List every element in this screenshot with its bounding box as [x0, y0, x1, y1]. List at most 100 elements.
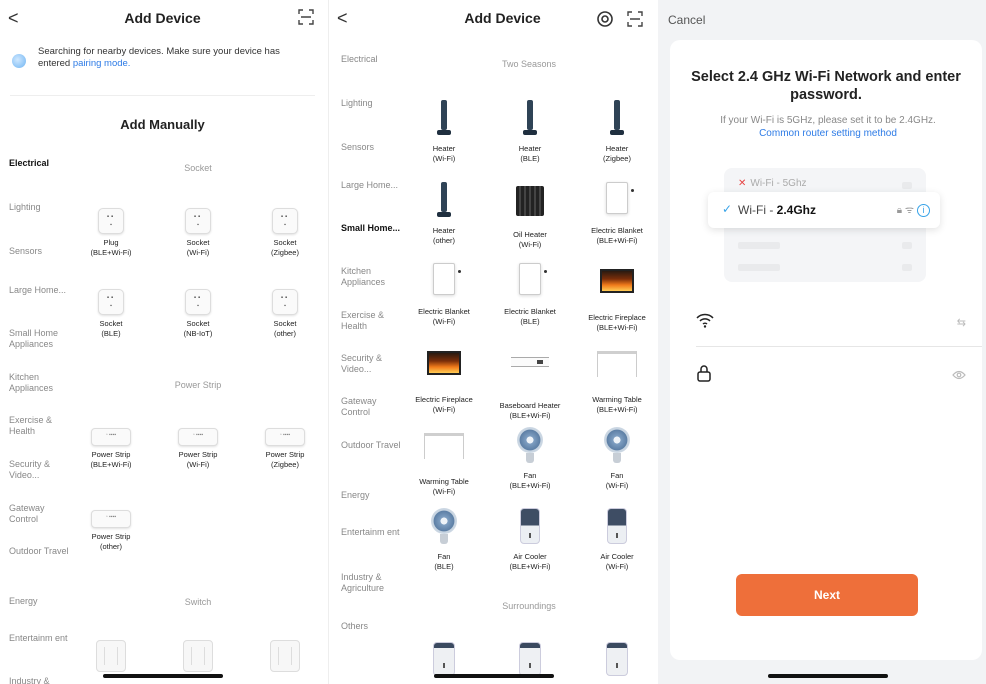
device-tile[interactable]: Warming Table (Wi-Fi): [413, 427, 475, 497]
category-item[interactable]: Energy: [341, 490, 401, 501]
category-item[interactable]: Electrical: [9, 158, 69, 169]
warming-table-icon: [424, 433, 464, 459]
category-item[interactable]: Industry &: [9, 676, 69, 684]
network-2-4ghz: ✓ Wi-Fi - 2.4Ghz 🔒︎ ᯤi: [708, 192, 940, 228]
category-item[interactable]: Gateway Control: [9, 503, 69, 525]
category-item[interactable]: Security & Video...: [9, 459, 69, 481]
fireplace-icon: [600, 269, 634, 293]
switch-icon: [96, 640, 126, 672]
heater-icon: [519, 100, 541, 138]
device-tile[interactable]: Electric Fireplace (BLE+Wi-Fi): [586, 263, 648, 333]
device-label: Socket (BLE): [99, 319, 123, 338]
device-tile[interactable]: Power Strip(Zigbee): [254, 428, 316, 470]
category-item[interactable]: Energy: [9, 596, 69, 607]
back-icon[interactable]: <: [337, 8, 348, 29]
divider: [696, 346, 982, 347]
page-title: Add Device: [124, 10, 201, 26]
lock-icon: [697, 365, 711, 382]
scan-icon[interactable]: [627, 11, 643, 27]
device-tile[interactable]: Electric Blanket (BLE): [499, 263, 561, 327]
device-tile[interactable]: [167, 640, 229, 672]
category-item[interactable]: Outdoor Travel: [341, 440, 401, 451]
at-icon[interactable]: [597, 11, 613, 27]
category-item[interactable]: Electrical: [341, 54, 401, 65]
device-tile[interactable]: Socket(Zigbee): [254, 208, 316, 258]
wifi-title: Select 2.4 GHz Wi-Fi Network and enter p…: [691, 69, 961, 103]
router-setting-link[interactable]: Common router setting method: [759, 128, 897, 139]
device-tile[interactable]: Fan (BLE+Wi-Fi): [499, 427, 561, 491]
heater-icon: [606, 100, 628, 138]
switch-network-icon[interactable]: ⇆: [957, 316, 966, 329]
category-item[interactable]: Exercise & Health: [9, 415, 69, 437]
device-tile[interactable]: Electric Fireplace (Wi-Fi): [413, 345, 475, 415]
category-item[interactable]: Small Home...: [341, 223, 401, 234]
device-tile[interactable]: Electric Blanket (Wi-Fi): [413, 263, 475, 327]
device-tile[interactable]: Air Cooler (Wi-Fi): [586, 508, 648, 572]
category-item[interactable]: Lighting: [341, 98, 401, 109]
device-tile[interactable]: [586, 642, 648, 676]
device-tile[interactable]: Power Strip(other): [80, 510, 142, 552]
device-tile[interactable]: Oil Heater (Wi-Fi): [499, 182, 561, 250]
category-item[interactable]: Outdoor Travel: [9, 546, 69, 557]
device-label: Power Strip (other): [91, 532, 131, 551]
device-tile[interactable]: Socket(BLE): [80, 289, 142, 339]
device-label: Socket (NB-IoT): [183, 319, 213, 338]
category-item[interactable]: Small Home Appliances: [9, 328, 69, 350]
cancel-button[interactable]: Cancel: [668, 13, 705, 27]
category-item[interactable]: Entertainm ent: [341, 527, 401, 538]
device-tile[interactable]: [254, 640, 316, 672]
next-button[interactable]: Next: [736, 574, 918, 616]
category-item[interactable]: Others: [341, 621, 401, 632]
socket-icon: [272, 208, 298, 234]
scan-icon[interactable]: [298, 9, 314, 25]
air-cooler-icon: [607, 508, 627, 544]
device-tile[interactable]: Socket(other): [254, 289, 316, 339]
category-item[interactable]: Lighting: [9, 202, 69, 213]
socket-icon: [185, 208, 211, 234]
category-item[interactable]: Kitchen Appliances: [9, 372, 69, 394]
category-item[interactable]: Industry & Agriculture: [341, 572, 401, 594]
device-tile[interactable]: Socket(Wi-Fi): [167, 208, 229, 258]
device-tile[interactable]: [80, 640, 142, 672]
device-tile[interactable]: Power Strip(Wi-Fi): [167, 428, 229, 470]
password-field[interactable]: [696, 362, 966, 392]
device-tile[interactable]: [413, 642, 475, 676]
category-item[interactable]: Large Home...: [341, 180, 401, 191]
device-tile[interactable]: Socket(NB-IoT): [167, 289, 229, 339]
pairing-mode-link[interactable]: pairing mode.: [73, 58, 131, 69]
device-label: Electric Fireplace (Wi-Fi): [415, 395, 473, 414]
device-tile[interactable]: Fan (BLE): [413, 508, 475, 572]
device-tile[interactable]: Heater (other): [413, 182, 475, 246]
device-tile[interactable]: Plug(BLE+Wi-Fi): [80, 208, 142, 258]
eye-icon[interactable]: [952, 370, 966, 380]
dehumidifier-icon: [519, 642, 541, 676]
device-label: Socket (Zigbee): [271, 238, 299, 257]
device-tile[interactable]: Heater (Wi-Fi): [413, 100, 475, 164]
device-tile[interactable]: Power Strip(BLE+Wi-Fi): [80, 428, 142, 470]
category-item[interactable]: Sensors: [9, 246, 69, 257]
device-label: Fan (BLE): [434, 552, 454, 571]
device-tile[interactable]: [499, 642, 561, 676]
device-tile[interactable]: Heater (BLE): [499, 100, 561, 164]
device-tile[interactable]: Warming Table (BLE+Wi-Fi): [586, 345, 648, 415]
fan-icon: [604, 427, 630, 463]
category-item[interactable]: Gateway Control: [341, 396, 401, 418]
dehumidifier-icon: [606, 642, 628, 676]
device-tile[interactable]: Baseboard Heater (BLE+Wi-Fi): [499, 345, 561, 421]
fan-icon: [517, 427, 543, 463]
wifi-icon: [696, 313, 714, 328]
device-tile[interactable]: Fan (Wi-Fi): [586, 427, 648, 491]
device-tile[interactable]: Heater (Zigbee): [586, 100, 648, 164]
category-item[interactable]: Large Home...: [9, 285, 69, 296]
category-item[interactable]: Exercise & Health: [341, 310, 401, 332]
device-label: Heater (Zigbee): [603, 144, 631, 163]
category-item[interactable]: Security & Video...: [341, 353, 401, 375]
device-tile[interactable]: Electric Blanket (BLE+Wi-Fi): [586, 182, 648, 246]
wifi-name-field[interactable]: ⇆: [696, 310, 966, 340]
category-item[interactable]: Sensors: [341, 142, 401, 153]
group-title: Socket: [184, 163, 212, 173]
category-item[interactable]: Kitchen Appliances: [341, 266, 401, 288]
power-strip-icon: [178, 428, 218, 446]
category-item[interactable]: Entertainm ent: [9, 633, 69, 644]
device-tile[interactable]: Air Cooler (BLE+Wi-Fi): [499, 508, 561, 572]
